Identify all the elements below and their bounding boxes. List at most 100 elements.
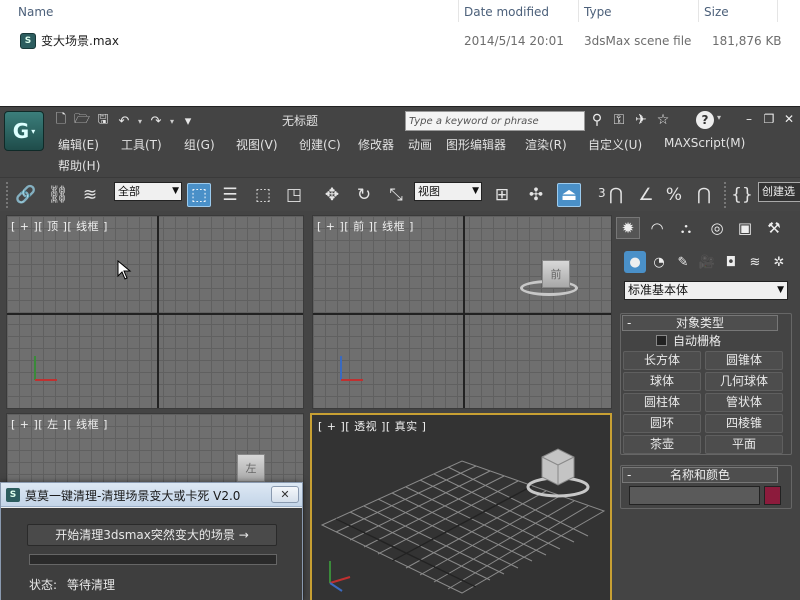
- spacewarps-icon[interactable]: ≋: [744, 251, 766, 273]
- viewport-label-left[interactable]: [ + ][ 左 ][ 线框 ]: [11, 416, 108, 432]
- menu-create[interactable]: 创建(C): [299, 136, 341, 153]
- menu-tools[interactable]: 工具(T): [121, 136, 162, 153]
- menu-views[interactable]: 视图(V): [236, 136, 278, 153]
- minimize-icon[interactable]: –: [742, 111, 756, 127]
- motion-tab-icon[interactable]: ◎: [705, 217, 729, 239]
- primitive-geosphere-button[interactable]: 几何球体: [705, 372, 783, 391]
- object-category-dropdown[interactable]: 标准基本体 ▼: [624, 281, 788, 300]
- move-icon[interactable]: ✥: [320, 183, 344, 207]
- object-color-swatch[interactable]: [764, 486, 781, 505]
- restore-icon[interactable]: ❐: [762, 111, 776, 127]
- name-color-rollout-header[interactable]: - 名称和颜色: [622, 467, 778, 483]
- column-divider[interactable]: [698, 0, 699, 22]
- utilities-tab-icon[interactable]: ⚒: [762, 217, 786, 239]
- column-header-name[interactable]: Name: [14, 0, 53, 24]
- primitive-box-button[interactable]: 长方体: [623, 351, 701, 370]
- snap-magnet-icon[interactable]: ⋂: [604, 183, 628, 207]
- open-folder-icon[interactable]: 🗁: [73, 112, 91, 130]
- rotate-icon[interactable]: ↻: [352, 183, 376, 207]
- menu-help[interactable]: 帮助(H): [58, 157, 100, 174]
- viewcube[interactable]: 前: [542, 260, 570, 288]
- menu-graph-editors[interactable]: 图形编辑器: [446, 136, 506, 153]
- create-tab-icon[interactable]: ✹: [616, 217, 640, 239]
- rectangular-selection-icon[interactable]: ⬚: [251, 183, 275, 207]
- selection-filter-dropdown[interactable]: 全部 ▼: [114, 182, 182, 201]
- primitive-cylinder-button[interactable]: 圆柱体: [623, 393, 701, 412]
- column-header-date[interactable]: Date modified: [460, 0, 549, 24]
- column-header-type[interactable]: Type: [580, 0, 612, 24]
- redo-icon[interactable]: ↷: [147, 112, 165, 130]
- autogrid-checkbox[interactable]: 自动栅格: [656, 332, 721, 349]
- customize-dropdown-icon[interactable]: ▾: [179, 112, 197, 130]
- primitive-torus-button[interactable]: 圆环: [623, 414, 701, 433]
- close-button[interactable]: ✕: [271, 486, 299, 503]
- start-cleanup-button[interactable]: 开始清理3dsmax突然变大的场景 →: [27, 524, 277, 546]
- bind-spacewarp-icon[interactable]: ≋: [78, 183, 102, 207]
- close-icon[interactable]: ✕: [782, 111, 796, 127]
- menu-modifiers[interactable]: 修改器: [358, 136, 394, 153]
- star-icon[interactable]: ☆: [654, 111, 672, 129]
- primitive-cone-button[interactable]: 圆锥体: [705, 351, 783, 370]
- save-icon[interactable]: 🖫: [94, 112, 112, 130]
- edit-named-selection-icon[interactable]: {}: [730, 183, 754, 207]
- toolbar-grip[interactable]: [6, 182, 10, 208]
- spinner-snap-icon[interactable]: ⋂: [692, 183, 716, 207]
- menu-group[interactable]: 组(G): [184, 136, 215, 153]
- column-divider[interactable]: [458, 0, 459, 22]
- menu-maxscript[interactable]: MAXScript(M): [664, 136, 745, 150]
- application-menu-button[interactable]: G ▾: [4, 111, 44, 151]
- file-name-cell[interactable]: S 变大场景.max: [20, 30, 119, 52]
- menu-customize[interactable]: 自定义(U): [588, 136, 642, 153]
- viewport-top[interactable]: [ + ][ 顶 ][ 线框 ]: [6, 215, 304, 409]
- pivot-center-icon[interactable]: ⊞: [490, 183, 514, 207]
- column-divider[interactable]: [578, 0, 579, 22]
- primitive-plane-button[interactable]: 平面: [705, 435, 783, 454]
- keyboard-shortcut-override-icon[interactable]: ⏏: [557, 183, 581, 207]
- primitive-pyramid-button[interactable]: 四棱锥: [705, 414, 783, 433]
- binoculars-icon[interactable]: ⚲: [588, 111, 606, 129]
- angle-snap-icon[interactable]: ∠: [634, 183, 658, 207]
- dialog-titlebar[interactable]: S 莫莫一键清理-清理场景变大或卡死 V2.0 ✕: [1, 483, 302, 507]
- scale-icon[interactable]: ⤡: [384, 183, 408, 207]
- object-type-rollout-header[interactable]: - 对象类型: [622, 315, 778, 331]
- select-object-icon[interactable]: ⬚: [187, 183, 211, 207]
- object-name-field[interactable]: [629, 486, 760, 505]
- toolbar-grip[interactable]: [724, 182, 728, 208]
- menu-animation[interactable]: 动画: [408, 136, 432, 153]
- chevron-down-icon[interactable]: ▾: [168, 112, 176, 130]
- window-crossing-icon[interactable]: ◳: [282, 183, 306, 207]
- column-header-size[interactable]: Size: [700, 0, 729, 24]
- menu-rendering[interactable]: 渲染(R): [525, 136, 567, 153]
- unlink-icon[interactable]: ⛓: [46, 183, 70, 207]
- viewport-perspective[interactable]: [ + ][ 透视 ][ 真实 ]: [310, 413, 612, 600]
- named-selection-set-field[interactable]: 创建选: [758, 182, 800, 202]
- viewcube[interactable]: 左: [237, 454, 265, 482]
- helpers-icon[interactable]: ◘: [720, 251, 742, 273]
- select-by-name-icon[interactable]: ☰: [218, 183, 242, 207]
- percent-snap-icon[interactable]: %: [662, 183, 686, 207]
- modify-tab-icon[interactable]: ◠: [645, 217, 669, 239]
- select-manipulate-icon[interactable]: ✣: [524, 183, 548, 207]
- column-divider[interactable]: [777, 0, 778, 22]
- menu-edit[interactable]: 编辑(E): [58, 136, 99, 153]
- chevron-down-icon[interactable]: ▾: [136, 112, 144, 130]
- reference-coordinate-dropdown[interactable]: 视图 ▼: [414, 182, 482, 201]
- viewport-label-top[interactable]: [ + ][ 顶 ][ 线框 ]: [11, 218, 108, 234]
- display-tab-icon[interactable]: ▣: [733, 217, 757, 239]
- hierarchy-tab-icon[interactable]: ⛬: [674, 217, 698, 239]
- primitive-sphere-button[interactable]: 球体: [623, 372, 701, 391]
- link-icon[interactable]: 🔗: [14, 183, 38, 207]
- cameras-icon[interactable]: 🎥: [696, 251, 718, 273]
- lights-icon[interactable]: ✎: [672, 251, 694, 273]
- chevron-down-icon[interactable]: ▾: [717, 113, 721, 122]
- primitive-teapot-button[interactable]: 茶壶: [623, 435, 701, 454]
- exchange-icon[interactable]: ✈: [632, 111, 650, 129]
- viewport-front[interactable]: [ + ][ 前 ][ 线框 ] 前: [312, 215, 612, 409]
- search-input[interactable]: [405, 111, 585, 131]
- primitive-tube-button[interactable]: 管状体: [705, 393, 783, 412]
- help-button[interactable]: ?: [696, 111, 714, 129]
- geometry-icon[interactable]: ●: [624, 251, 646, 273]
- viewport-label-front[interactable]: [ + ][ 前 ][ 线框 ]: [317, 218, 414, 234]
- new-file-icon[interactable]: 🗋: [52, 112, 70, 130]
- shapes-icon[interactable]: ◔: [648, 251, 670, 273]
